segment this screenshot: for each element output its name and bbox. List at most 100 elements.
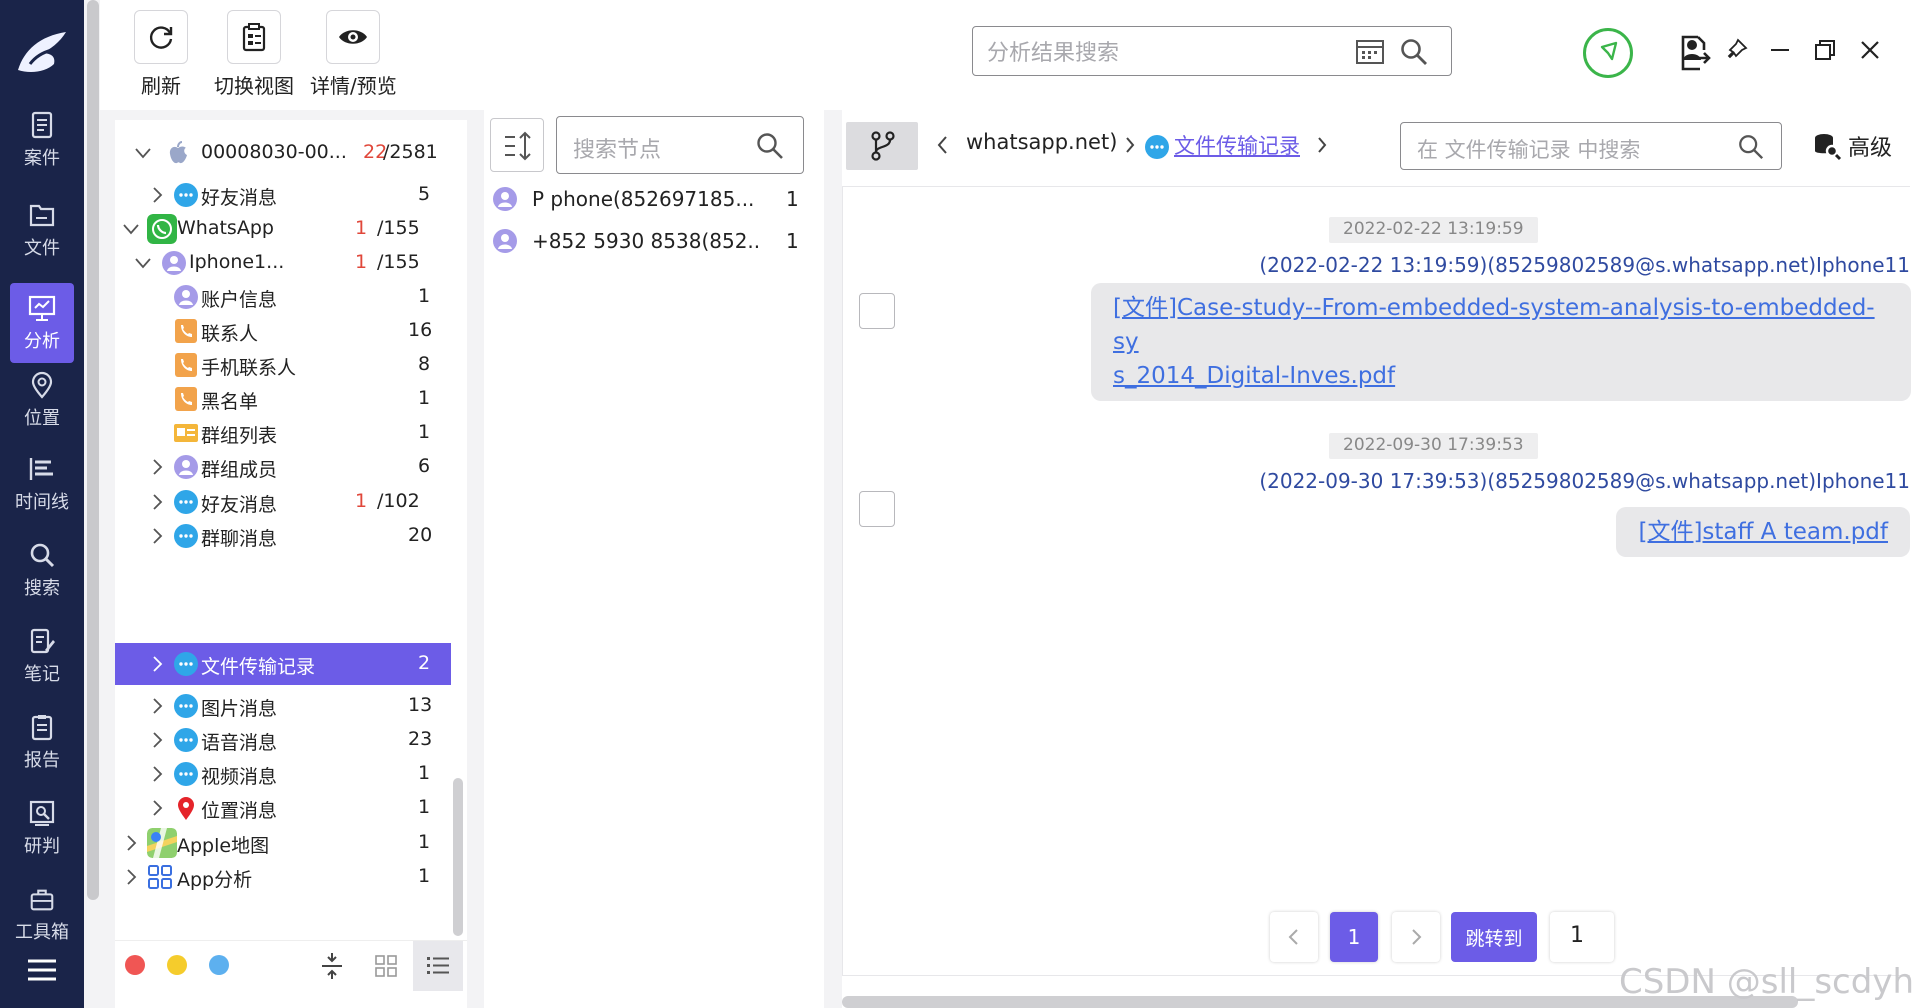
file-link[interactable]: [文件]staff A team.pdf [1638, 519, 1888, 545]
tree-row-group-chat[interactable]: 群聊消息 20 [115, 515, 451, 557]
chevron-left-icon [1288, 929, 1298, 945]
chevron-right-icon[interactable] [149, 493, 165, 511]
calendar-icon[interactable] [1355, 37, 1385, 65]
report-icon [31, 715, 53, 741]
jump-page-input[interactable]: 1 [1550, 912, 1614, 962]
minimize-icon[interactable] [1766, 36, 1794, 64]
message-timestamp: 2022-09-30 17:39:53 [1329, 433, 1538, 459]
tree-label: WhatsApp [177, 217, 274, 239]
advanced-search-button[interactable]: 高级 [1812, 130, 1892, 162]
contact-icon [175, 319, 197, 343]
user-icon[interactable] [1678, 36, 1706, 64]
file-link-continued[interactable]: s_2014_Digital-Inves.pdf [1113, 363, 1395, 389]
protection-status-button[interactable] [1583, 28, 1633, 78]
user-avatar-icon [493, 187, 517, 211]
tree-count: 6 [418, 455, 431, 477]
analysis-search-input[interactable]: 分析结果搜索 [972, 26, 1452, 76]
nav-item-case[interactable]: 案件 [10, 100, 74, 180]
node-name: +852 5930 8538(852... [532, 229, 762, 253]
tree-label: 语音消息 [201, 732, 278, 754]
tree-label: 账户信息 [201, 289, 278, 311]
message-checkbox[interactable] [859, 293, 895, 329]
close-icon[interactable] [1856, 36, 1884, 64]
chevron-right-icon [1412, 929, 1422, 945]
nav-item-report[interactable]: 报告 [10, 702, 74, 782]
chevron-right-icon[interactable] [149, 697, 165, 715]
chevron-down-icon[interactable] [135, 254, 151, 272]
nav-label: 时间线 [15, 492, 69, 513]
tree-label: Iphone1... [189, 251, 285, 273]
chevron-right-icon[interactable] [149, 527, 165, 545]
shield-icon [1600, 41, 1618, 61]
chevron-right-icon[interactable] [149, 731, 165, 749]
tree-label: 位置消息 [201, 800, 278, 822]
chevron-right-icon[interactable] [149, 655, 165, 673]
tree-label: Apple地图 [177, 835, 270, 857]
node-row[interactable]: +852 5930 8538(852... 1 [484, 222, 804, 262]
nav-item-note[interactable]: 笔记 [10, 616, 74, 696]
whatsapp-icon [147, 214, 177, 244]
apple-maps-icon [147, 828, 177, 858]
pin-icon[interactable] [1722, 36, 1750, 64]
detail-preview-button[interactable]: 详情/预览 [310, 10, 397, 99]
tree-label: 群聊消息 [201, 528, 278, 550]
node-name: P phone(852697185... [532, 187, 755, 211]
detail-preview-box [326, 10, 381, 64]
chevron-right-icon[interactable] [1316, 136, 1328, 154]
refresh-icon [149, 26, 173, 49]
scoped-search-input[interactable]: 在 文件传输记录 中搜索 [1400, 122, 1782, 170]
chat-bubble-icon [174, 762, 198, 786]
nav-item-judge[interactable]: 研判 [10, 788, 74, 868]
nav-item-timeline[interactable]: 时间线 [10, 444, 74, 524]
chevron-right-icon[interactable] [123, 868, 139, 886]
chat-bubble-icon [1145, 135, 1169, 159]
tree-panel: 00008030-00... 22 /2581 好友消息 5 WhatsApp … [115, 120, 467, 1008]
chevron-right-icon[interactable] [149, 799, 165, 817]
tree-label: 00008030-00... [201, 141, 347, 163]
nav-item-analysis[interactable]: 分析 [10, 283, 74, 363]
toolbox-icon [30, 889, 54, 911]
chevron-right-icon[interactable] [149, 765, 165, 783]
tree-label: 文件传输记录 [201, 656, 316, 678]
switch-view-box [227, 10, 281, 64]
nav-item-location[interactable]: 位置 [10, 360, 74, 440]
jump-to-button[interactable]: 跳转到 [1451, 912, 1537, 962]
chevron-down-icon[interactable] [135, 144, 151, 162]
nav-scrollbar[interactable] [87, 0, 99, 900]
tree-row-file-transfer[interactable]: 文件传输记录 2 [115, 643, 451, 685]
tree-label: App分析 [177, 869, 253, 891]
chevron-right-icon[interactable] [149, 186, 165, 204]
refresh-button[interactable]: 刷新 [134, 10, 188, 99]
tree-label: 图片消息 [201, 698, 278, 720]
tree-row-device[interactable]: 00008030-00... 22 /2581 [115, 132, 451, 174]
chevron-left-icon[interactable] [936, 134, 950, 156]
nav-item-search[interactable]: 搜索 [10, 530, 74, 610]
message-checkbox[interactable] [859, 491, 895, 527]
branch-button[interactable] [846, 122, 918, 170]
breadcrumb-current[interactable]: 文件传输记录 [1174, 130, 1300, 160]
search-icon[interactable] [755, 131, 785, 161]
search-icon[interactable] [1399, 37, 1429, 67]
restore-icon[interactable] [1811, 36, 1839, 64]
search-icon [30, 543, 55, 568]
node-count: 1 [786, 229, 799, 253]
node-search-input[interactable]: 搜索节点 [556, 116, 804, 174]
chat-bubble-icon [174, 524, 198, 548]
breadcrumb-prev[interactable]: whatsapp.net) [966, 130, 1117, 154]
chevron-right-icon[interactable] [149, 458, 165, 476]
tree-row-app-analysis[interactable]: App分析 1 [115, 856, 451, 898]
page-button-current[interactable]: 1 [1330, 912, 1378, 962]
file-link[interactable]: [文件]Case-study--From-embedded-system-ana… [1113, 295, 1875, 355]
node-row[interactable]: P phone(852697185... 1 [484, 180, 804, 220]
chevron-right-icon[interactable] [123, 834, 139, 852]
next-page-button[interactable] [1392, 912, 1440, 962]
chevron-down-icon[interactable] [123, 220, 139, 238]
sort-button[interactable] [490, 118, 544, 172]
prev-page-button[interactable] [1270, 912, 1318, 962]
switch-view-button[interactable]: 切换视图 [214, 10, 294, 99]
tree-label: 视频消息 [201, 766, 278, 788]
tree-count: 23 [408, 728, 433, 750]
nav-item-file[interactable]: 文件 [10, 190, 74, 270]
location-icon [31, 371, 53, 399]
search-icon[interactable] [1737, 133, 1765, 161]
